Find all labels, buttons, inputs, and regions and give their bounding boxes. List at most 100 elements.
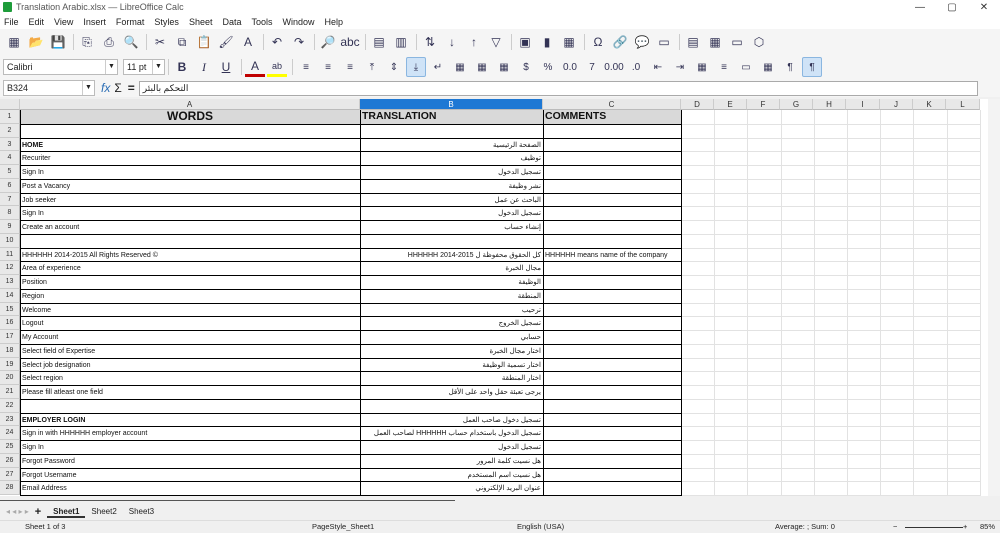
- cell-a27[interactable]: Forgot Username: [21, 469, 359, 482]
- merge-cells-icon[interactable]: ▦: [450, 57, 470, 77]
- row-header[interactable]: 11: [0, 247, 20, 262]
- italic-button[interactable]: I: [194, 57, 214, 77]
- highlight-button[interactable]: ab: [267, 57, 287, 77]
- cell-b24[interactable]: تسجيل الدخول باستخدام حساب HHHHHH لصاحب …: [361, 427, 542, 440]
- row-header[interactable]: 23: [0, 412, 20, 427]
- define-print-area-icon[interactable]: ▤: [683, 32, 703, 52]
- cell-a18[interactable]: Select field of Expertise: [21, 345, 359, 358]
- cell-b28[interactable]: عنوان البريد الإلكتروني: [361, 482, 542, 495]
- print-preview-icon[interactable]: 🔍: [121, 32, 141, 52]
- chevron-down-icon[interactable]: ▼: [105, 60, 117, 74]
- cell-a26[interactable]: Forgot Password: [21, 455, 359, 468]
- cell-b13[interactable]: الوظيفة: [361, 276, 542, 289]
- row-header[interactable]: 19: [0, 357, 20, 372]
- chevron-down-icon[interactable]: ▼: [152, 60, 164, 74]
- cell-b21[interactable]: يرجى تعبئة حقل واحد على الأقل: [361, 386, 542, 399]
- undo-icon[interactable]: ↶: [267, 32, 287, 52]
- underline-button[interactable]: U: [216, 57, 236, 77]
- font-size-box[interactable]: 11 pt ▼: [123, 59, 165, 75]
- row-icon[interactable]: ▤: [369, 32, 389, 52]
- border-color-icon[interactable]: ▭: [736, 57, 756, 77]
- row-header[interactable]: 27: [0, 467, 20, 482]
- align-right-icon[interactable]: ≡: [340, 57, 360, 77]
- rtl-icon[interactable]: ¶: [802, 57, 822, 77]
- column-header-l[interactable]: L: [946, 99, 980, 110]
- menu-sheet[interactable]: Sheet: [189, 17, 213, 27]
- sort-icon[interactable]: ⇅: [420, 32, 440, 52]
- row-header[interactable]: 1: [0, 110, 20, 124]
- chevron-down-icon[interactable]: ▼: [82, 81, 94, 95]
- export-pdf-icon[interactable]: ⎘: [77, 32, 97, 52]
- autofilter-icon[interactable]: ▽: [486, 32, 506, 52]
- cell-b25[interactable]: تسجيل الدخول: [361, 441, 542, 454]
- column-header-c[interactable]: C: [543, 99, 681, 110]
- currency-icon[interactable]: $: [516, 57, 536, 77]
- zoom-level[interactable]: 85%: [980, 521, 995, 533]
- cell-b17[interactable]: حسابي: [361, 331, 542, 344]
- spelling-icon[interactable]: abc: [340, 32, 360, 52]
- conditional-format-icon[interactable]: ▦: [758, 57, 778, 77]
- cell-b15[interactable]: ترحيب: [361, 304, 542, 317]
- cell-a16[interactable]: Logout: [21, 317, 359, 330]
- open-icon[interactable]: 📂: [26, 32, 46, 52]
- hyperlink-icon[interactable]: 🔗: [610, 32, 630, 52]
- cut-icon[interactable]: ✂: [150, 32, 170, 52]
- column-header-i[interactable]: I: [846, 99, 880, 110]
- cell-a24[interactable]: Sign in with HHHHHH employer account: [21, 427, 359, 440]
- add-sheet-button[interactable]: +: [35, 506, 41, 518]
- cell-a14[interactable]: Region: [21, 290, 359, 303]
- cell-c11[interactable]: HHHHHH means name of the company: [544, 249, 681, 262]
- row-header[interactable]: 6: [0, 178, 20, 193]
- cell-a3[interactable]: HOME: [21, 139, 359, 152]
- row-header[interactable]: 24: [0, 426, 20, 440]
- formula-icon[interactable]: =: [128, 81, 135, 95]
- copy-icon[interactable]: ⧉: [172, 32, 192, 52]
- wrap-text-icon[interactable]: ↵: [428, 57, 448, 77]
- language[interactable]: English (USA): [517, 521, 564, 533]
- align-center-icon[interactable]: ≡: [318, 57, 338, 77]
- paste-icon[interactable]: 📋: [194, 32, 214, 52]
- cell-a19[interactable]: Select job designation: [21, 359, 359, 372]
- column-header-b[interactable]: B: [360, 99, 543, 110]
- image-icon[interactable]: ▣: [515, 32, 535, 52]
- align-middle-icon[interactable]: ⇕: [384, 57, 404, 77]
- cell-b8[interactable]: تسجيل الدخول: [361, 207, 542, 220]
- row-header[interactable]: 20: [0, 371, 20, 385]
- cell-b9[interactable]: إنشاء حساب: [361, 221, 542, 234]
- date-icon[interactable]: 7: [582, 57, 602, 77]
- delete-decimal-icon[interactable]: .0: [626, 57, 646, 77]
- cell-a15[interactable]: Welcome: [21, 304, 359, 317]
- row-header[interactable]: 9: [0, 220, 20, 234]
- cell-a9[interactable]: Create an account: [21, 221, 359, 234]
- column-header-k[interactable]: K: [913, 99, 946, 110]
- cell-a7[interactable]: Job seeker: [21, 194, 359, 207]
- redo-icon[interactable]: ↷: [289, 32, 309, 52]
- cell-a12[interactable]: Area of experience: [21, 262, 359, 275]
- cell-a8[interactable]: Sign In: [21, 207, 359, 220]
- column-header-f[interactable]: F: [747, 99, 780, 110]
- cell-b7[interactable]: الباحث عن عمل: [361, 194, 542, 207]
- cell-a28[interactable]: Email Address: [21, 482, 359, 495]
- number-format-icon[interactable]: 0.0: [560, 57, 580, 77]
- sort-ascending-icon[interactable]: ↓: [442, 32, 462, 52]
- border-style-icon[interactable]: ≡: [714, 57, 734, 77]
- cell-b19[interactable]: اختار تسمية الوظيفة: [361, 359, 542, 372]
- comment-icon[interactable]: 💬: [632, 32, 652, 52]
- cell-b26[interactable]: هل نسيت كلمة المرور: [361, 455, 542, 468]
- cell-b18[interactable]: اختار مجال الخبرة: [361, 345, 542, 358]
- increase-indent-icon[interactable]: ⇥: [670, 57, 690, 77]
- cell-b11[interactable]: كل الحقوق محفوظة ل 2015-2014 HHHHHH: [361, 249, 542, 262]
- font-name-box[interactable]: Calibri ▼: [3, 59, 118, 75]
- name-box[interactable]: B324 ▼: [3, 80, 95, 96]
- row-header[interactable]: 17: [0, 330, 20, 344]
- percent-icon[interactable]: %: [538, 57, 558, 77]
- close-button[interactable]: ✕: [968, 2, 1000, 13]
- font-color-button[interactable]: A: [245, 57, 265, 77]
- function-wizard-icon[interactable]: fx: [101, 81, 110, 95]
- clear-format-icon[interactable]: A: [238, 32, 258, 52]
- row-header[interactable]: 21: [0, 385, 20, 399]
- row-header[interactable]: 25: [0, 440, 20, 454]
- menu-window[interactable]: Window: [283, 17, 315, 27]
- column-icon[interactable]: ▥: [391, 32, 411, 52]
- bold-button[interactable]: B: [172, 57, 192, 77]
